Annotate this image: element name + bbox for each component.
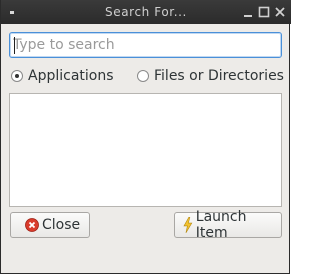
launch-item-button[interactable]: Launch Item (174, 209, 282, 241)
minimize-icon[interactable] (241, 5, 255, 19)
radio-button-unchecked[interactable] (137, 70, 149, 82)
red-close-circle-icon (25, 218, 39, 232)
results-list[interactable] (9, 93, 282, 207)
search-field[interactable] (9, 32, 282, 58)
close-button-label: Close (42, 217, 81, 233)
launch-item-button-label: Launch Item (195, 209, 247, 241)
radio-button-checked[interactable] (11, 70, 23, 82)
text-caret (14, 37, 15, 54)
radio-files-or-directories[interactable]: Files or Directories (137, 66, 284, 86)
radio-files-label: Files or Directories (154, 68, 284, 84)
close-button[interactable]: Close (10, 212, 90, 238)
radio-applications[interactable]: Applications (11, 66, 114, 86)
maximize-icon[interactable] (257, 5, 271, 19)
search-dialog: Search For... Applications Files or Dire… (0, 0, 291, 274)
radio-applications-label: Applications (28, 68, 114, 84)
close-icon[interactable] (273, 5, 287, 19)
search-input[interactable] (13, 35, 275, 55)
lightning-bolt-icon (183, 217, 193, 233)
title-bar[interactable]: Search For... (1, 0, 291, 24)
